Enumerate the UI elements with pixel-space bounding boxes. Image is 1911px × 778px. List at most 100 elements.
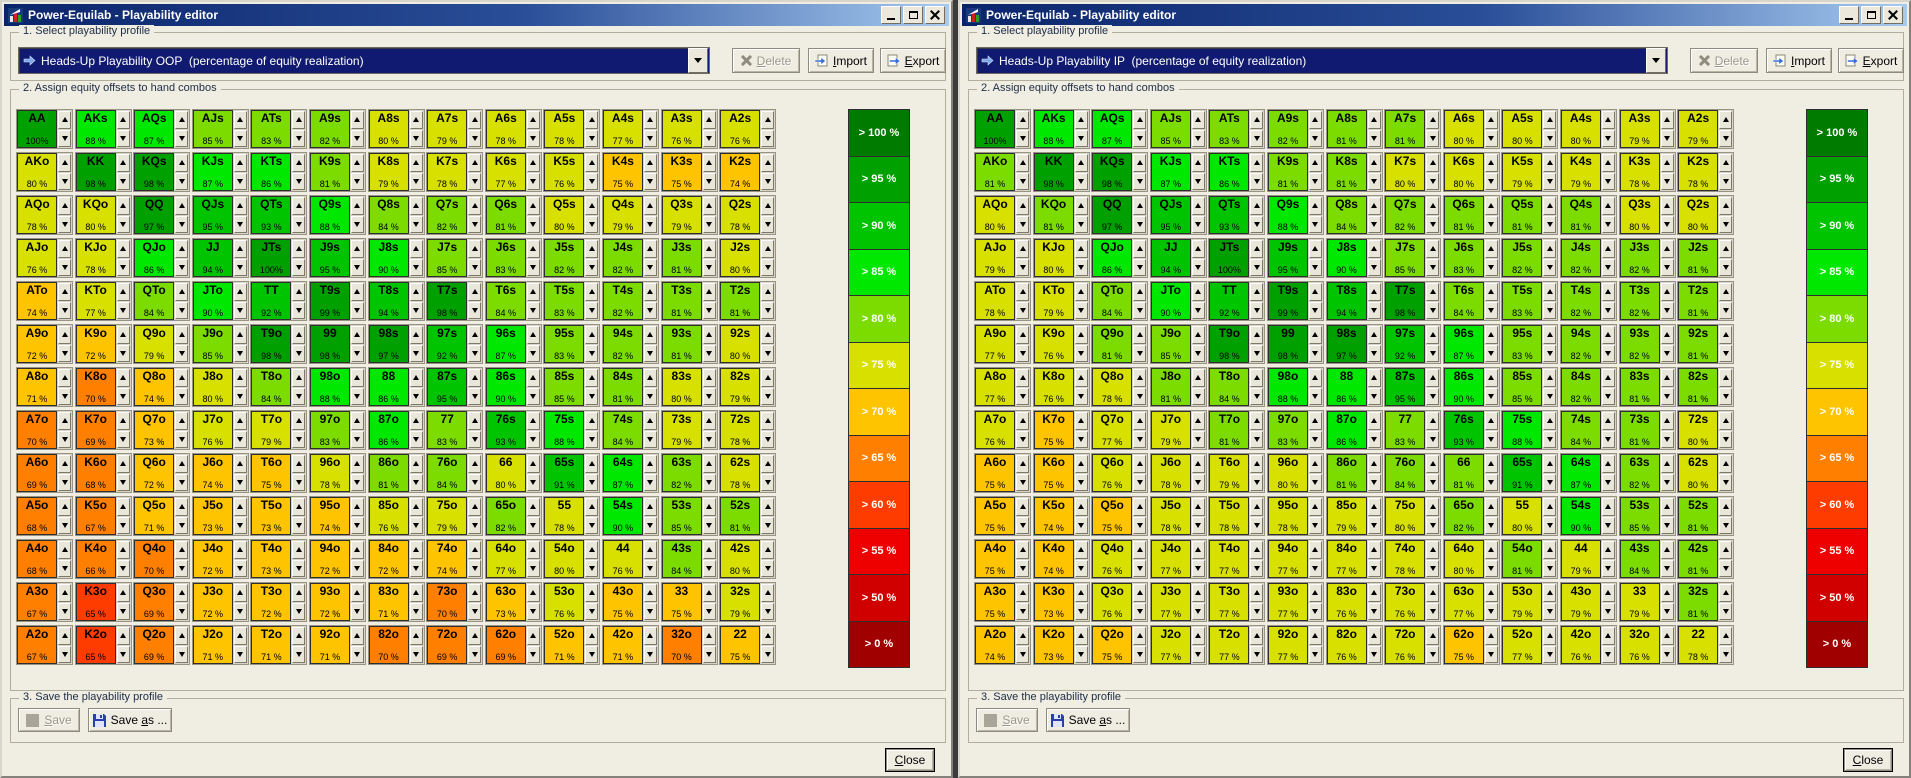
hand-value-field-J9s[interactable]: J9s 95 % xyxy=(309,239,350,277)
spin-down-button[interactable] xyxy=(116,516,130,534)
spin-down-button[interactable] xyxy=(1308,301,1322,319)
spin-down-button[interactable] xyxy=(1367,344,1381,362)
spin-up-button[interactable] xyxy=(233,154,247,172)
spin-up-button[interactable] xyxy=(1016,584,1029,602)
spin-up-button[interactable] xyxy=(1660,240,1674,258)
hand-value-field-97o[interactable]: 97o 83 % xyxy=(309,411,350,449)
hand-value-field-T3o[interactable]: T3o 77 % xyxy=(1209,583,1250,621)
spin-down-button[interactable] xyxy=(1016,645,1029,663)
hand-value-field-86o[interactable]: 86o 81 % xyxy=(1326,454,1367,492)
hand-value-field-A4o[interactable]: A4o 75 % xyxy=(975,540,1015,578)
spin-down-button[interactable] xyxy=(1719,645,1733,663)
hand-value-field-Q5o[interactable]: Q5o 75 % xyxy=(1092,497,1133,535)
spin-up-button[interactable] xyxy=(1660,627,1674,645)
spin-down-button[interactable] xyxy=(116,559,130,577)
dropdown-open-button[interactable] xyxy=(688,48,708,73)
spin-up-button[interactable] xyxy=(1543,627,1557,645)
hand-value-field-43s[interactable]: 43s 84 % xyxy=(1619,540,1660,578)
hand-value-field-74o[interactable]: 74o 78 % xyxy=(1385,540,1426,578)
hand-value-field-J7o[interactable]: J7o 79 % xyxy=(1150,411,1191,449)
spin-up-button[interactable] xyxy=(1074,154,1088,172)
spin-down-button[interactable] xyxy=(526,301,540,319)
spin-up-button[interactable] xyxy=(1543,455,1557,473)
spin-down-button[interactable] xyxy=(761,301,775,319)
spin-up-button[interactable] xyxy=(1426,326,1440,344)
spin-up-button[interactable] xyxy=(1543,111,1557,129)
spin-down-button[interactable] xyxy=(1074,344,1088,362)
hand-value-field-A8o[interactable]: A8o 77 % xyxy=(975,368,1015,406)
spin-down-button[interactable] xyxy=(350,172,364,190)
spin-down-button[interactable] xyxy=(1074,516,1088,534)
hand-value-field-T5o[interactable]: T5o 73 % xyxy=(251,497,292,535)
spin-down-button[interactable] xyxy=(1543,645,1557,663)
spin-down-button[interactable] xyxy=(175,172,189,190)
spin-up-button[interactable] xyxy=(1308,541,1322,559)
spin-down-button[interactable] xyxy=(1543,387,1557,405)
spin-up-button[interactable] xyxy=(1074,369,1088,387)
spin-down-button[interactable] xyxy=(1016,215,1029,233)
spin-up-button[interactable] xyxy=(526,283,540,301)
spin-up-button[interactable] xyxy=(1308,412,1322,430)
hand-value-field-86s[interactable]: 86s 90 % xyxy=(1443,368,1484,406)
spin-down-button[interactable] xyxy=(1484,129,1498,147)
spin-down-button[interactable] xyxy=(175,516,189,534)
hand-value-field-J7s[interactable]: J7s 85 % xyxy=(427,239,468,277)
hand-value-field-Q6s[interactable]: Q6s 81 % xyxy=(485,196,526,234)
spin-up-button[interactable] xyxy=(350,455,364,473)
spin-down-button[interactable] xyxy=(1308,172,1322,190)
hand-value-field-87s[interactable]: 87s 95 % xyxy=(1385,368,1426,406)
hand-value-field-J4o[interactable]: J4o 72 % xyxy=(192,540,233,578)
hand-value-field-TT[interactable]: TT 92 % xyxy=(1209,282,1250,320)
spin-up-button[interactable] xyxy=(116,455,130,473)
spin-down-button[interactable] xyxy=(1250,387,1264,405)
spin-down-button[interactable] xyxy=(350,516,364,534)
spin-down-button[interactable] xyxy=(1426,645,1440,663)
spin-down-button[interactable] xyxy=(585,430,599,448)
spin-up-button[interactable] xyxy=(292,111,306,129)
hand-value-field-A6s[interactable]: A6s 78 % xyxy=(485,110,526,148)
hand-value-field-K5o[interactable]: K5o 74 % xyxy=(1033,497,1074,535)
hand-value-field-84o[interactable]: 84o 77 % xyxy=(1326,540,1367,578)
spin-up-button[interactable] xyxy=(1016,412,1029,430)
spin-up-button[interactable] xyxy=(761,111,775,129)
hand-value-field-A7s[interactable]: A7s 79 % xyxy=(427,110,468,148)
spin-up-button[interactable] xyxy=(1660,412,1674,430)
spin-up-button[interactable] xyxy=(1543,240,1557,258)
hand-value-field-J4o[interactable]: J4o 77 % xyxy=(1150,540,1191,578)
spin-down-button[interactable] xyxy=(1191,301,1205,319)
spin-down-button[interactable] xyxy=(1133,129,1147,147)
spin-down-button[interactable] xyxy=(409,602,423,620)
hand-value-field-93o[interactable]: 93o 72 % xyxy=(309,583,350,621)
hand-value-field-T2o[interactable]: T2o 77 % xyxy=(1209,626,1250,664)
spin-up-button[interactable] xyxy=(58,326,71,344)
spin-up-button[interactable] xyxy=(702,154,716,172)
spin-up-button[interactable] xyxy=(1484,541,1498,559)
spin-up-button[interactable] xyxy=(1308,498,1322,516)
spin-down-button[interactable] xyxy=(643,258,657,276)
spin-down-button[interactable] xyxy=(1308,473,1322,491)
spin-down-button[interactable] xyxy=(58,430,71,448)
spin-down-button[interactable] xyxy=(526,430,540,448)
spin-down-button[interactable] xyxy=(1426,430,1440,448)
spin-up-button[interactable] xyxy=(1484,369,1498,387)
spin-up-button[interactable] xyxy=(1660,498,1674,516)
hand-value-field-T3s[interactable]: T3s 81 % xyxy=(661,282,702,320)
spin-up-button[interactable] xyxy=(350,541,364,559)
spin-down-button[interactable] xyxy=(350,258,364,276)
spin-up-button[interactable] xyxy=(1426,111,1440,129)
spin-down-button[interactable] xyxy=(1660,559,1674,577)
spin-up-button[interactable] xyxy=(1660,154,1674,172)
hand-value-field-T4o[interactable]: T4o 73 % xyxy=(251,540,292,578)
hand-value-field-95s[interactable]: 95s 83 % xyxy=(1502,325,1543,363)
hand-value-field-AQo[interactable]: AQo 80 % xyxy=(975,196,1015,234)
spin-up-button[interactable] xyxy=(1191,412,1205,430)
spin-up-button[interactable] xyxy=(1074,455,1088,473)
hand-value-field-J2s[interactable]: J2s 81 % xyxy=(1678,239,1719,277)
hand-value-field-Q4s[interactable]: Q4s 79 % xyxy=(602,196,643,234)
spin-down-button[interactable] xyxy=(1601,387,1615,405)
hand-value-field-T3o[interactable]: T3o 72 % xyxy=(251,583,292,621)
spin-up-button[interactable] xyxy=(702,455,716,473)
spin-up-button[interactable] xyxy=(1191,326,1205,344)
spin-up-button[interactable] xyxy=(1719,197,1733,215)
spin-down-button[interactable] xyxy=(1543,344,1557,362)
